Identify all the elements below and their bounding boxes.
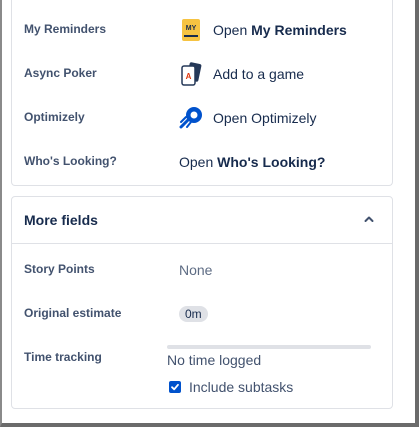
time-tracking-status: No time logged <box>167 352 262 368</box>
field-label: Async Poker <box>24 66 97 80</box>
app-row-optimizely: Optimizely Open Optimizely <box>24 106 392 130</box>
original-estimate-row: Original estimate 0m <box>24 302 392 326</box>
original-estimate-value[interactable]: 0m <box>179 302 208 326</box>
app-action-name: Open Optimizely <box>213 110 317 126</box>
open-optimizely-link[interactable]: Open Optimizely <box>179 106 316 130</box>
apps-panel: My Reminders MY Open My Reminders Async … <box>11 0 393 186</box>
chevron-up-icon[interactable] <box>362 212 376 226</box>
more-fields-header[interactable]: More fields <box>12 197 392 244</box>
app-row-my-reminders: My Reminders MY Open My Reminders <box>24 18 392 42</box>
app-action-name: My Reminders <box>251 22 347 38</box>
checkbox-checked-icon[interactable] <box>169 381 181 393</box>
app-action-name: Who's Looking? <box>217 154 326 170</box>
estimate-lozenge: 0m <box>179 306 208 322</box>
story-points-text: None <box>179 262 213 278</box>
app-row-whos-looking: Who's Looking? Open Who's Looking? <box>24 150 392 174</box>
more-fields-panel: More fields Story Points None Original e… <box>11 196 393 409</box>
open-my-reminders-link[interactable]: MY Open My Reminders <box>179 18 347 42</box>
field-label: Time tracking <box>24 350 102 364</box>
app-action-name: Add to a game <box>213 66 305 82</box>
add-to-game-link[interactable]: A Add to a game <box>179 62 304 86</box>
more-fields-title: More fields <box>24 212 98 228</box>
async-poker-icon: A <box>179 62 203 86</box>
include-subtasks-label: Include subtasks <box>189 379 294 395</box>
story-points-row: Story Points None <box>24 258 392 282</box>
story-points-value[interactable]: None <box>179 258 212 282</box>
field-label: My Reminders <box>24 22 107 36</box>
field-label: Original estimate <box>24 306 122 320</box>
app-action-prefix: Open <box>213 22 248 38</box>
optimizely-icon <box>179 106 203 130</box>
svg-text:A: A <box>186 72 192 81</box>
time-tracking-bar[interactable] <box>167 345 371 349</box>
field-label: Story Points <box>24 262 95 276</box>
include-subtasks-checkbox[interactable]: Include subtasks <box>169 379 293 395</box>
field-label: Optimizely <box>24 110 85 124</box>
field-label: Who's Looking? <box>24 154 117 168</box>
app-row-async-poker: Async Poker A Add to a game <box>24 62 392 86</box>
app-action-prefix: Open <box>179 154 214 170</box>
open-whos-looking-link[interactable]: Open Who's Looking? <box>179 150 325 174</box>
my-reminders-icon: MY <box>179 18 203 42</box>
svg-text:MY: MY <box>186 25 197 32</box>
